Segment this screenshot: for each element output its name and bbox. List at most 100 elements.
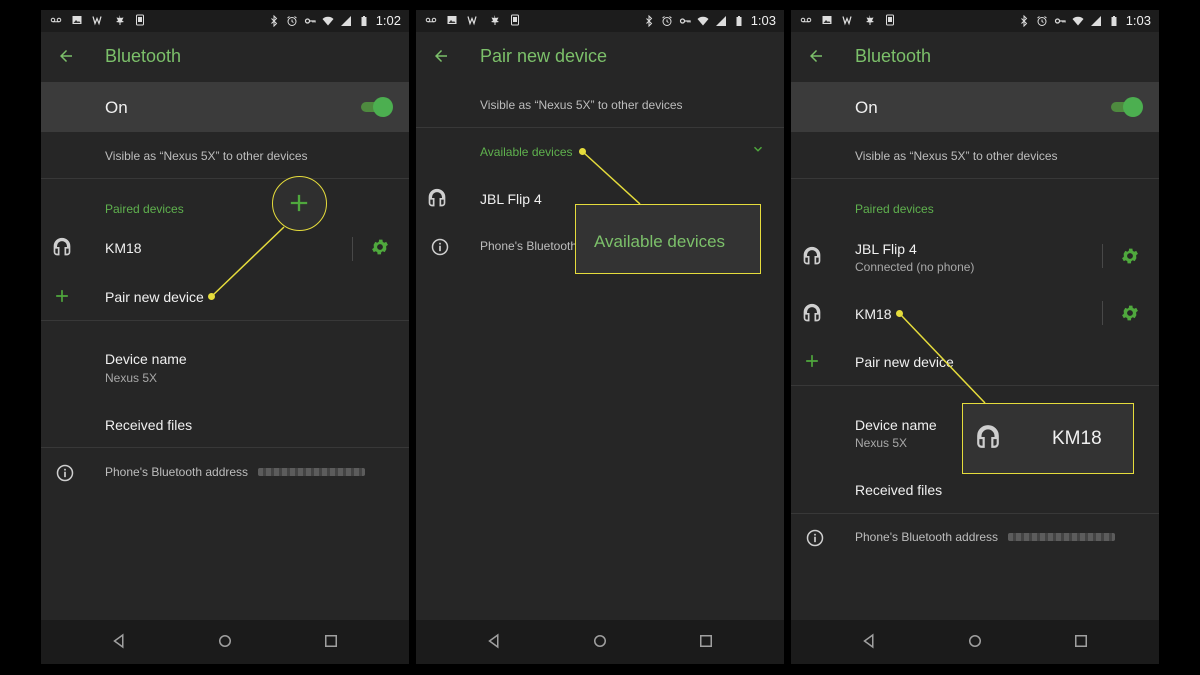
device-name-label[interactable]: Device name bbox=[105, 351, 187, 367]
paired-device-km18[interactable]: KM18 bbox=[855, 306, 892, 322]
status-time: 1:02 bbox=[375, 13, 401, 28]
bluetooth-address-label: Phone's Bluetooth bbox=[480, 239, 578, 253]
home-circle-icon[interactable] bbox=[591, 632, 609, 650]
voicemail-icon bbox=[800, 14, 812, 26]
callout-dot bbox=[579, 148, 586, 155]
chevron-down-icon[interactable] bbox=[751, 142, 765, 156]
bluetooth-icon bbox=[643, 15, 655, 27]
key-icon bbox=[304, 15, 316, 27]
visible-as-text: Visible as “Nexus 5X” to other devices bbox=[480, 98, 683, 112]
divider bbox=[41, 447, 409, 448]
add-device-callout bbox=[272, 176, 327, 231]
pair-new-device-item[interactable]: Pair new device bbox=[855, 354, 954, 370]
phone-screen-bluetooth-paired: 1:03 Bluetooth On Visible as “Nexus 5X” … bbox=[791, 10, 1159, 664]
back-triangle-icon[interactable] bbox=[860, 632, 878, 650]
pair-new-device-item[interactable]: Pair new device bbox=[105, 289, 204, 305]
info-icon bbox=[805, 528, 825, 548]
paired-device-km18[interactable]: KM18 bbox=[105, 240, 142, 256]
divider bbox=[791, 513, 1159, 514]
redacted-address bbox=[258, 468, 365, 476]
back-arrow-icon[interactable] bbox=[807, 47, 825, 65]
gear-icon[interactable] bbox=[1120, 246, 1140, 266]
app-w-icon bbox=[842, 14, 854, 26]
voicemail-icon bbox=[50, 14, 62, 26]
battery-icon bbox=[733, 15, 745, 27]
alarm-icon bbox=[661, 15, 673, 27]
headset-icon bbox=[427, 188, 447, 208]
app-bar: Bluetooth bbox=[41, 32, 409, 82]
headset-icon bbox=[802, 246, 822, 266]
home-circle-icon[interactable] bbox=[966, 632, 984, 650]
battery-icon bbox=[358, 15, 370, 27]
image-icon bbox=[821, 14, 833, 26]
received-files-item[interactable]: Received files bbox=[855, 482, 942, 498]
leaf-icon bbox=[113, 14, 125, 26]
phone-screen-bluetooth: 1:02 Bluetooth On Visible as “Nexus 5X” … bbox=[41, 10, 409, 664]
km18-callout: KM18 bbox=[962, 403, 1134, 474]
bluetooth-toggle-switch[interactable] bbox=[1111, 97, 1143, 117]
back-arrow-icon[interactable] bbox=[57, 47, 75, 65]
status-bar: 1:02 bbox=[41, 10, 409, 32]
recents-square-icon[interactable] bbox=[1072, 632, 1090, 650]
device-name-value: Nexus 5X bbox=[855, 436, 908, 450]
paired-device-jbl-flip-4[interactable]: JBL Flip 4 bbox=[855, 241, 917, 257]
phone-notification-icon bbox=[509, 14, 521, 26]
app-w-icon bbox=[92, 14, 104, 26]
key-icon bbox=[1054, 15, 1066, 27]
alarm-icon bbox=[286, 15, 298, 27]
callout-dot bbox=[208, 293, 215, 300]
signal-icon bbox=[715, 15, 727, 27]
nav-bar bbox=[41, 620, 409, 664]
plus-icon bbox=[285, 189, 313, 217]
back-arrow-icon[interactable] bbox=[432, 47, 450, 65]
headset-icon bbox=[52, 237, 72, 257]
device-name-value: Nexus 5X bbox=[105, 371, 158, 385]
bluetooth-toggle-row[interactable]: On bbox=[41, 82, 409, 132]
vertical-divider bbox=[1102, 301, 1103, 325]
phone-notification-icon bbox=[134, 14, 146, 26]
divider bbox=[416, 127, 784, 128]
info-icon bbox=[430, 237, 450, 257]
visible-as-text: Visible as “Nexus 5X” to other devices bbox=[105, 149, 308, 163]
wifi-icon bbox=[697, 15, 709, 27]
divider bbox=[791, 178, 1159, 179]
back-triangle-icon[interactable] bbox=[485, 632, 503, 650]
available-devices-callout: Available devices bbox=[575, 204, 761, 274]
callout-available-devices-label: Available devices bbox=[594, 232, 726, 251]
voicemail-icon bbox=[425, 14, 437, 26]
key-icon bbox=[679, 15, 691, 27]
plus-icon bbox=[802, 351, 822, 371]
recents-square-icon[interactable] bbox=[697, 632, 715, 650]
leaf-icon bbox=[488, 14, 500, 26]
back-triangle-icon[interactable] bbox=[110, 632, 128, 650]
bluetooth-toggle-row[interactable]: On bbox=[791, 82, 1159, 132]
app-w-icon bbox=[467, 14, 479, 26]
visible-as-text: Visible as “Nexus 5X” to other devices bbox=[855, 149, 1058, 163]
bluetooth-toggle-switch[interactable] bbox=[361, 97, 393, 117]
available-device-jbl-flip-4[interactable]: JBL Flip 4 bbox=[480, 191, 542, 207]
wifi-icon bbox=[322, 15, 334, 27]
nav-bar bbox=[416, 620, 784, 664]
received-files-item[interactable]: Received files bbox=[105, 417, 192, 433]
vertical-divider bbox=[1102, 244, 1103, 268]
divider bbox=[41, 178, 409, 179]
bluetooth-address-label: Phone's Bluetooth address bbox=[855, 530, 999, 544]
home-circle-icon[interactable] bbox=[216, 632, 234, 650]
status-time: 1:03 bbox=[750, 13, 776, 28]
app-bar: Bluetooth bbox=[791, 32, 1159, 82]
app-bar: Pair new device bbox=[416, 32, 784, 82]
device-name-label[interactable]: Device name bbox=[855, 417, 937, 433]
gear-icon[interactable] bbox=[1120, 303, 1140, 323]
gear-icon[interactable] bbox=[370, 237, 390, 257]
headset-icon bbox=[802, 303, 822, 323]
alarm-icon bbox=[1036, 15, 1048, 27]
image-icon bbox=[71, 14, 83, 26]
info-icon bbox=[55, 463, 75, 483]
status-bar: 1:03 bbox=[416, 10, 784, 32]
available-devices-header: Available devices bbox=[480, 145, 573, 159]
device-connection-status: Connected (no phone) bbox=[855, 260, 975, 274]
recents-square-icon[interactable] bbox=[322, 632, 340, 650]
page-title: Bluetooth bbox=[855, 46, 932, 66]
vertical-divider bbox=[352, 237, 353, 261]
signal-icon bbox=[1090, 15, 1102, 27]
